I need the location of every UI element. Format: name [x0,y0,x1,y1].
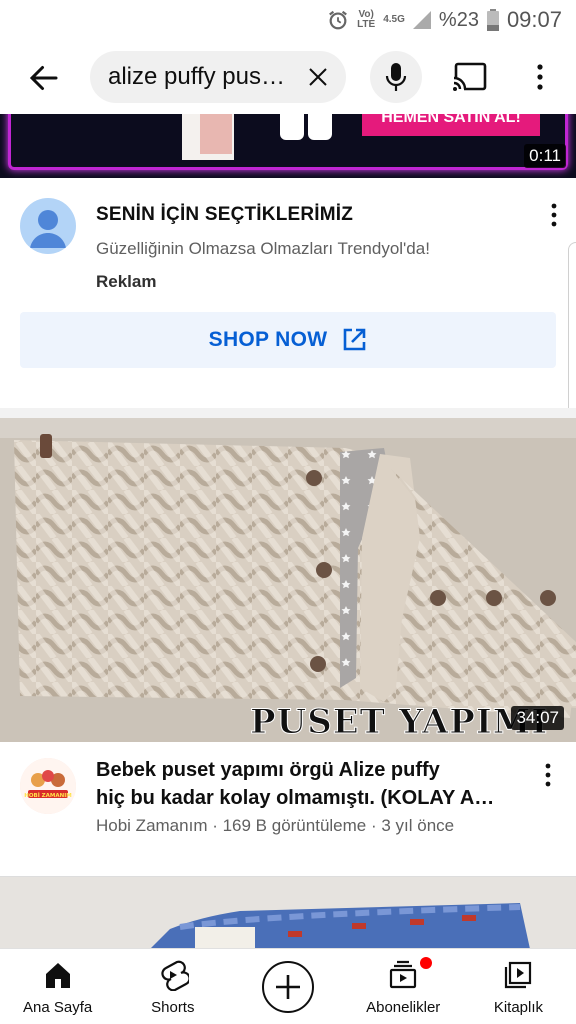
battery-percent: %23 [438,8,479,31]
nav-shorts[interactable]: Shorts [115,949,230,1024]
shop-now-label: SHOP NOW [208,328,328,351]
knitted-sleeping-bag-image [0,418,576,742]
next-video-thumbnail[interactable] [0,876,576,948]
ad-label: Reklam [96,272,157,291]
clock: 09:07 [506,7,562,32]
video-details[interactable]: HOBİ ZAMANIM Bebek puset yapımı örgü Ali… [0,742,576,876]
status-bar: Vo) LTE 4.5G %23 09:07 [0,0,576,40]
video-meta: Hobi Zamanım · 169 B görüntüleme · 3 yıl… [96,816,455,835]
subscriptions-icon [390,960,417,989]
ad-card[interactable]: SENİN İÇİN SEÇTİKLERİMİZ Güzelliğinin Ol… [0,178,576,408]
advertiser-avatar[interactable] [20,198,76,254]
channel-avatar[interactable]: HOBİ ZAMANIM [20,758,76,814]
search-query[interactable]: alize puffy pus… [108,63,296,91]
create-button[interactable] [230,949,345,1024]
volte-indicator: Vo) LTE [357,9,376,30]
nav-library[interactable]: Kitaplık [461,949,576,1024]
ad-video-thumbnail[interactable]: HEMEN SATIN AL! 0:11 [0,114,576,178]
nav-subscriptions[interactable]: Abonelikler [346,949,461,1024]
more-vert-icon[interactable] [538,762,558,788]
default-avatar-icon [30,210,66,248]
more-vert-icon[interactable] [544,202,564,228]
video-title[interactable]: Bebek puset yapımı örgü Alize puffy hiç … [96,756,516,812]
ad-product-image [200,114,232,154]
library-icon [505,961,532,989]
thumbnail-caption: PUSET YAPIMI [249,702,549,743]
more-vert-icon[interactable] [530,62,550,92]
ad-product-image [308,114,332,140]
microphone-icon [385,63,407,91]
signal-icon [412,11,431,29]
video-title-line: hiç bu kadar kolay olmamıştı. (KOLAY A… [96,787,495,809]
knitted-blue-blanket-image [0,877,576,948]
video-duration: 34:07 [511,706,564,730]
battery-icon [486,9,499,31]
video-title-line: Bebek puset yapımı örgü Alize puffy [96,759,440,781]
external-link-icon [344,328,366,351]
ad-product-image [280,114,304,140]
ad-video-duration: 0:11 [524,144,566,168]
search-header: alize puffy pus… [0,40,576,114]
search-input[interactable]: alize puffy pus… [90,51,346,103]
shorts-icon [161,960,189,991]
close-icon[interactable] [306,65,330,89]
nav-home[interactable]: Ana Sayfa [0,949,115,1024]
nav-shorts-label: Shorts [151,999,195,1016]
bottom-navigation: Ana Sayfa Shorts Abonelikler Kitaplık [0,948,576,1024]
shop-now-button[interactable]: SHOP NOW [20,312,556,368]
channel-logo-text: HOBİ ZAMANIM [24,792,72,799]
network-type: 4.5G [383,14,405,25]
nav-library-label: Kitaplık [493,999,544,1016]
home-icon [45,963,70,988]
nav-home-label: Ana Sayfa [22,999,93,1016]
notification-dot [419,957,432,969]
section-divider [0,408,576,418]
create-circle [262,960,314,1013]
ad-banner-text: HEMEN SATIN AL! [362,114,540,136]
video-thumbnail[interactable]: PUSET YAPIMI 34:07 [0,418,576,742]
alarm-icon [329,10,347,30]
voice-search-button[interactable] [370,51,422,103]
ad-subtitle: Güzelliğinin Olmazsa Olmazları Trendyol'… [96,239,430,258]
nav-subscriptions-label: Abonelikler [366,999,441,1016]
channel-logo-image: HOBİ ZAMANIM [20,758,76,814]
cast-icon[interactable] [452,61,488,93]
edge-panel-handle[interactable] [568,242,576,432]
ad-title[interactable]: SENİN İÇİN SEÇTİKLERİMİZ [96,204,353,226]
plus-icon [276,974,300,999]
back-arrow-icon[interactable] [26,60,62,96]
